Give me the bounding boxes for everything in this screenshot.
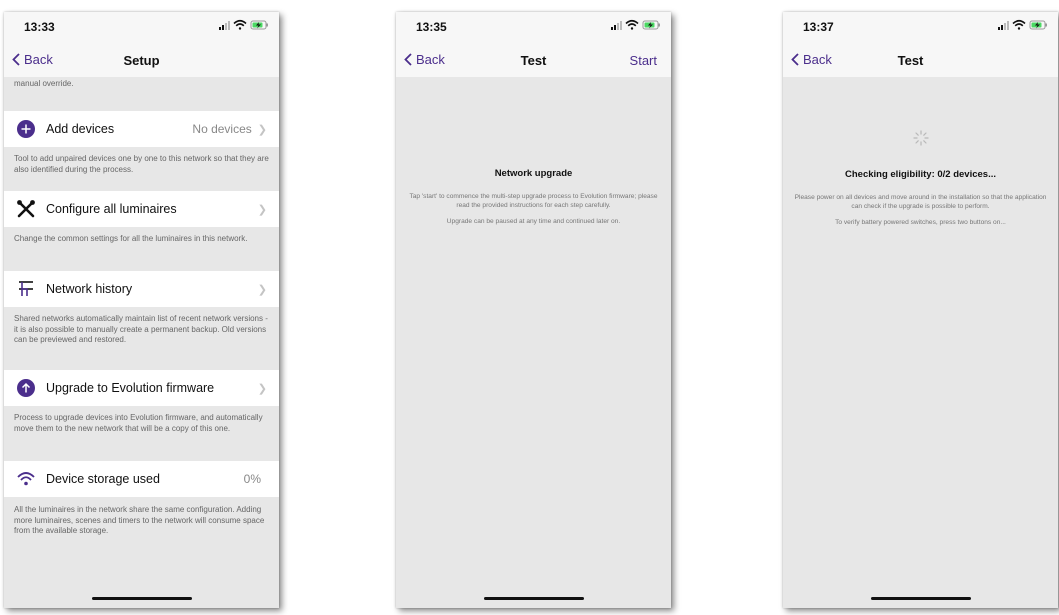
chevron-right-icon: ❯ bbox=[257, 283, 267, 296]
status-icons bbox=[219, 19, 268, 30]
back-button[interactable]: Back bbox=[12, 52, 53, 67]
row-value: 0% bbox=[243, 472, 261, 486]
row-label: Device storage used bbox=[46, 472, 160, 486]
upgrade-arrow-icon bbox=[17, 379, 35, 397]
tools-icon bbox=[17, 200, 35, 218]
home-indicator[interactable] bbox=[91, 597, 192, 600]
signal-icon bbox=[219, 21, 230, 30]
status-icons bbox=[998, 19, 1047, 30]
back-label: Back bbox=[803, 52, 832, 67]
chevron-left-icon bbox=[791, 53, 799, 66]
chevron-left-icon bbox=[404, 53, 412, 66]
test-start-screen: 13:35 Back Test Start Network upgrade Ta… bbox=[396, 12, 671, 608]
back-button[interactable]: Back bbox=[791, 52, 832, 67]
top-bar: 13:35 Back Test Start bbox=[396, 12, 671, 77]
chevron-right-icon: ❯ bbox=[257, 123, 267, 136]
wifi-status-icon bbox=[625, 19, 639, 30]
back-label: Back bbox=[416, 52, 445, 67]
message-body: Tap 'start' to commence the multi-step u… bbox=[396, 193, 671, 226]
top-bar: 13:37 Back Test bbox=[783, 12, 1058, 77]
plus-circle-icon bbox=[17, 120, 35, 138]
message-paragraph: Please power on all devices and move aro… bbox=[794, 194, 1047, 210]
home-indicator[interactable] bbox=[483, 597, 584, 600]
row-label: Add devices bbox=[46, 122, 115, 136]
status-time: 13:33 bbox=[24, 20, 55, 34]
battery-icon bbox=[1029, 20, 1047, 30]
signal-icon bbox=[998, 21, 1009, 30]
message-title: Checking eligibility: 0/2 devices... bbox=[845, 169, 996, 180]
row-value: No devices bbox=[192, 122, 252, 136]
wifi-status-icon bbox=[1012, 19, 1026, 30]
row-description: Shared networks automatically maintain l… bbox=[14, 314, 268, 344]
row-description: All the luminaires in the network share … bbox=[14, 505, 265, 535]
configure-luminaires-row[interactable]: Configure all luminaires ❯ bbox=[4, 191, 279, 227]
upgrade-info: Network upgrade Tap 'start' to commence … bbox=[396, 168, 671, 233]
message-paragraph: Upgrade can be paused at any time and co… bbox=[446, 217, 621, 225]
loading-spinner-icon bbox=[912, 130, 929, 146]
start-button[interactable]: Start bbox=[630, 53, 657, 68]
signal-icon bbox=[611, 21, 622, 30]
row-description: Process to upgrade devices into Evolutio… bbox=[14, 413, 263, 433]
status-time: 13:35 bbox=[416, 20, 447, 34]
history-icon bbox=[19, 281, 33, 296]
row-description: Tool to add unpaired devices one by one … bbox=[14, 154, 269, 174]
eligibility-info: Checking eligibility: 0/2 devices... Ple… bbox=[783, 169, 1058, 234]
message-body: Please power on all devices and move aro… bbox=[783, 194, 1058, 227]
wifi-status-icon bbox=[233, 19, 247, 30]
chevron-right-icon: ❯ bbox=[257, 382, 267, 395]
settings-list: manual override. Add devices No devices … bbox=[4, 77, 279, 608]
chevron-right-icon: ❯ bbox=[257, 203, 267, 216]
back-button[interactable]: Back bbox=[404, 52, 445, 67]
test-checking-screen: 13:37 Back Test Checking eligibility: 0/… bbox=[783, 12, 1058, 608]
row-label: Network history bbox=[46, 282, 133, 296]
battery-icon bbox=[250, 20, 268, 30]
add-devices-row[interactable]: Add devices No devices ❯ bbox=[4, 111, 279, 147]
battery-icon bbox=[642, 20, 660, 30]
message-paragraph: To verify battery powered switches, pres… bbox=[835, 218, 1006, 226]
chevron-left-icon bbox=[12, 53, 20, 66]
message-title: Network upgrade bbox=[494, 168, 573, 179]
row-description: Change the common settings for all the l… bbox=[14, 234, 248, 243]
message-paragraph: Tap 'start' to commence the multi-step u… bbox=[409, 193, 658, 209]
device-storage-row[interactable]: Device storage used 0% bbox=[4, 461, 279, 497]
wifi-icon bbox=[17, 472, 35, 486]
row-label: Upgrade to Evolution firmware bbox=[46, 381, 215, 395]
upgrade-firmware-row[interactable]: Upgrade to Evolution firmware ❯ bbox=[4, 370, 279, 406]
back-label: Back bbox=[24, 52, 53, 67]
network-history-row[interactable]: Network history ❯ bbox=[4, 271, 279, 307]
setup-screen: 13:33 Back Setup manual override. Add de… bbox=[4, 12, 279, 608]
status-time: 13:37 bbox=[803, 20, 834, 34]
home-indicator[interactable] bbox=[870, 597, 971, 600]
row-label: Configure all luminaires bbox=[46, 202, 177, 216]
intro-text: manual override. bbox=[14, 79, 74, 88]
status-icons bbox=[611, 19, 660, 30]
top-bar: 13:33 Back Setup bbox=[4, 12, 279, 77]
